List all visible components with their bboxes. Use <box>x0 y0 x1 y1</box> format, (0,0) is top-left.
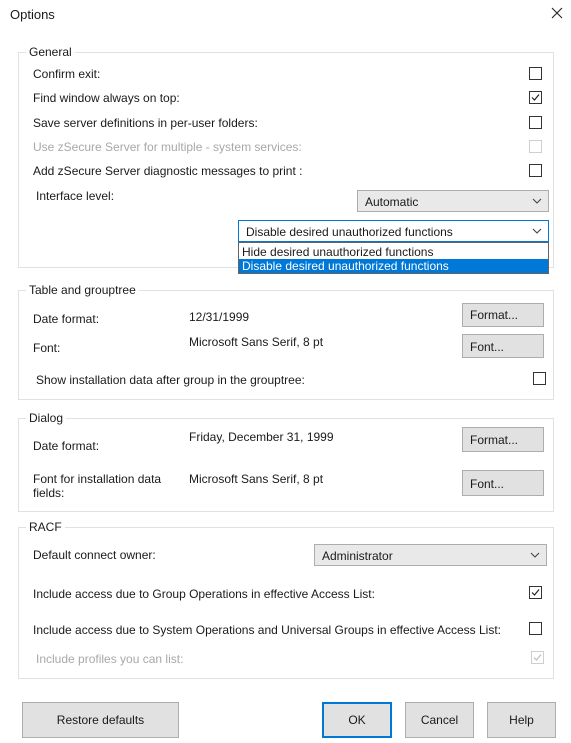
checkmark-icon <box>531 94 540 101</box>
font-installation-value: Microsoft Sans Serif, 8 pt <box>189 472 324 486</box>
show-installation-data-label: Show installation data after group in th… <box>36 373 305 387</box>
include-system-operations-label: Include access due to System Operations … <box>33 623 502 637</box>
dialog-date-format-label: Date format: <box>33 439 100 453</box>
unauthorized-functions-dropdown: Hide desired unauthorized functions Disa… <box>238 242 549 274</box>
font-installation-label-line2: fields: <box>33 486 65 500</box>
include-system-operations-checkbox[interactable] <box>529 622 542 635</box>
include-profiles-checkbox <box>531 651 544 664</box>
unauthorized-functions-select[interactable]: Disable desired unauthorized functions <box>238 220 549 242</box>
table-font-value: Microsoft Sans Serif, 8 pt <box>189 335 324 349</box>
dialog-legend: Dialog <box>26 411 67 425</box>
dialog-format-button[interactable]: Format... <box>462 427 544 452</box>
save-server-definitions-label: Save server definitions in per-user fold… <box>33 116 258 130</box>
table-format-button[interactable]: Format... <box>462 303 544 327</box>
racf-legend: RACF <box>26 520 65 534</box>
table-font-button[interactable]: Font... <box>462 334 544 358</box>
confirm-exit-label: Confirm exit: <box>33 67 101 81</box>
save-server-definitions-checkbox[interactable] <box>529 116 542 129</box>
confirm-exit-checkbox[interactable] <box>529 67 542 80</box>
font-installation-label: Font for installation data <box>33 472 162 486</box>
default-connect-owner-label: Default connect owner: <box>33 548 156 562</box>
interface-level-value: Automatic <box>365 195 419 209</box>
dropdown-option-hide[interactable]: Hide desired unauthorized functions <box>239 245 548 259</box>
table-date-format-label: Date format: <box>33 312 100 326</box>
cancel-button[interactable]: Cancel <box>405 702 474 738</box>
help-button[interactable]: Help <box>487 702 556 738</box>
interface-level-label: Interface level: <box>36 189 115 203</box>
close-icon[interactable] <box>549 5 565 21</box>
show-installation-data-checkbox[interactable] <box>533 372 546 385</box>
checkmark-icon <box>531 589 540 596</box>
table-font-label: Font: <box>33 341 61 355</box>
include-group-operations-checkbox[interactable] <box>529 586 542 599</box>
table-date-format-value: 12/31/1999 <box>189 310 250 324</box>
include-profiles-label: Include profiles you can list: <box>36 652 184 666</box>
window-title: Options <box>10 7 55 22</box>
default-connect-owner-value: Administrator <box>322 549 393 563</box>
use-zsecure-server-label: Use zSecure Server for multiple - system… <box>33 140 302 154</box>
include-group-operations-label: Include access due to Group Operations i… <box>33 587 375 601</box>
find-window-on-top-label: Find window always on top: <box>33 91 180 105</box>
find-window-on-top-checkbox[interactable] <box>529 91 542 104</box>
table-grouptree-legend: Table and grouptree <box>26 283 139 297</box>
chevron-down-icon <box>532 228 542 234</box>
chevron-down-icon <box>532 198 542 204</box>
chevron-down-icon <box>530 552 540 558</box>
default-connect-owner-select[interactable]: Administrator <box>314 544 547 566</box>
interface-level-select[interactable]: Automatic <box>357 190 549 212</box>
dropdown-option-disable[interactable]: Disable desired unauthorized functions <box>239 259 548 273</box>
unauthorized-functions-value: Disable desired unauthorized functions <box>246 225 453 239</box>
restore-defaults-button[interactable]: Restore defaults <box>22 702 179 738</box>
use-zsecure-server-checkbox <box>529 140 542 153</box>
dialog-date-format-value: Friday, December 31, 1999 <box>189 430 334 444</box>
general-legend: General <box>26 45 75 59</box>
ok-button[interactable]: OK <box>322 702 392 738</box>
checkmark-icon <box>533 654 542 661</box>
add-diagnostic-messages-label: Add zSecure Server diagnostic messages t… <box>33 164 303 178</box>
dialog-font-button[interactable]: Font... <box>462 470 544 496</box>
add-diagnostic-messages-checkbox[interactable] <box>529 164 542 177</box>
